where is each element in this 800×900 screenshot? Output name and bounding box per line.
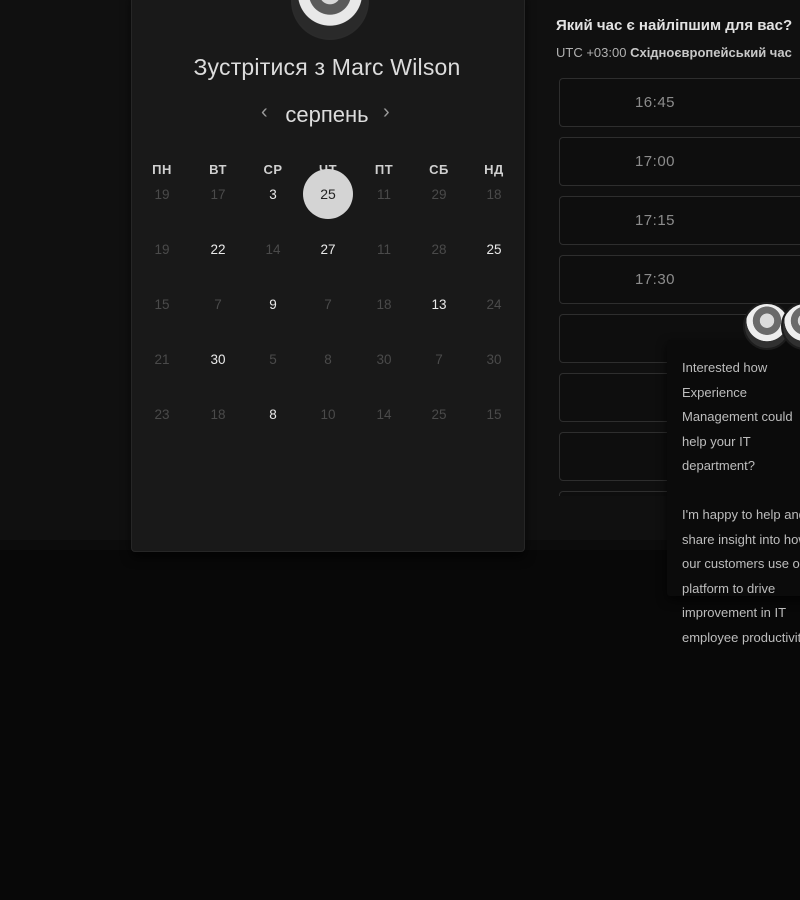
calendar-day: 19 [154, 186, 170, 202]
calendar-day: 24 [486, 296, 502, 312]
calendar-day[interactable]: 27 [306, 227, 350, 271]
calendar-day: 14 [265, 241, 281, 257]
month-label: серпень [285, 102, 369, 127]
calendar-day: 18 [210, 406, 226, 422]
time-slot[interactable]: 17:15 [559, 196, 800, 245]
calendar-day: 7 [435, 351, 443, 367]
calendar-day: 21 [154, 351, 170, 367]
calendar-day[interactable]: 22 [196, 227, 240, 271]
calendar-day: 19 [154, 241, 170, 257]
calendar-day: 15 [154, 296, 170, 312]
calendar-day: 7 [214, 296, 222, 312]
calendar-day: 7 [324, 296, 332, 312]
month-navigation: ‹ серпень › [131, 100, 523, 130]
calendar-day[interactable]: 9 [251, 282, 295, 326]
meeting-title: Зустрітися з Marc Wilson [193, 54, 461, 80]
calendar-day: 14 [376, 406, 392, 422]
calendar-day: 18 [376, 296, 392, 312]
calendar-day: 25 [431, 406, 447, 422]
calendar-day: 10 [320, 406, 336, 422]
time-slot[interactable]: 17:30 [559, 255, 800, 304]
calendar-day: 17 [210, 186, 226, 202]
chat-message: Interested how Experience Management cou… [682, 360, 800, 645]
calendar-day: 8 [324, 351, 332, 367]
calendar-day: 11 [376, 186, 391, 202]
calendar-day: 29 [431, 186, 447, 202]
calendar-day[interactable]: 13 [417, 282, 461, 326]
calendar-day[interactable]: 8 [251, 392, 295, 436]
calendar-day: 23 [154, 406, 170, 422]
calendar-day: 18 [486, 186, 502, 202]
calendar-day: 15 [486, 406, 502, 422]
calendar-day[interactable]: 30 [196, 337, 240, 381]
calendar-day: 30 [376, 351, 392, 367]
time-question: Який час є найліпшим для вас? [556, 17, 793, 34]
calendar-day: 5 [269, 351, 277, 367]
chevron-left-icon[interactable]: ‹ [261, 102, 268, 122]
time-slot[interactable]: 16:45 [559, 78, 800, 127]
timezone-name: Східноєвропейський час [630, 45, 792, 60]
timezone-line[interactable]: UTC +03:00 Східноєвропейський час [556, 45, 792, 60]
calendar-day: 28 [431, 241, 447, 257]
calendar-day[interactable]: 25 [472, 227, 516, 271]
calendar-day: 11 [376, 241, 391, 257]
calendar-day[interactable]: 3 [251, 172, 295, 216]
time-slot[interactable]: 17:00 [559, 137, 800, 186]
calendar-card [131, 0, 525, 552]
chevron-right-icon[interactable]: › [383, 102, 390, 122]
timezone-offset: UTC +03:00 [556, 45, 627, 60]
calendar-day: 30 [486, 351, 502, 367]
calendar-day-selected[interactable]: 25 [303, 169, 353, 219]
